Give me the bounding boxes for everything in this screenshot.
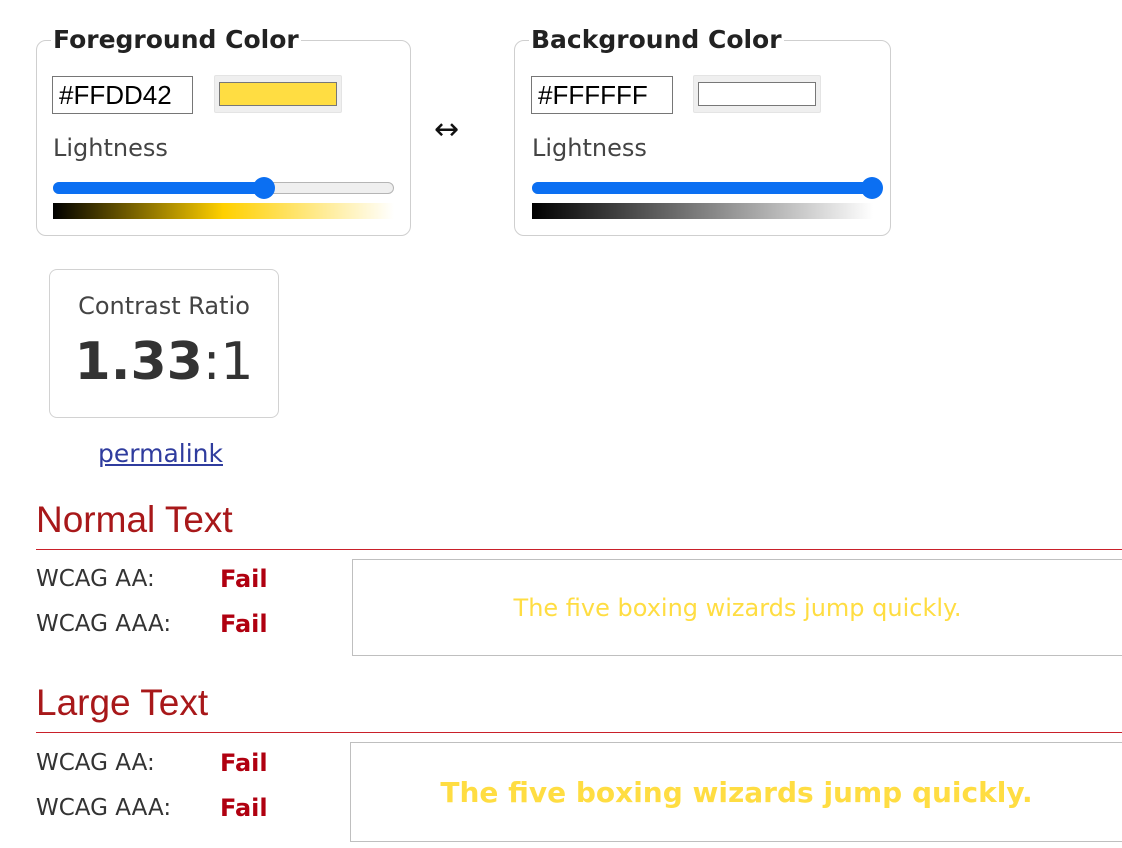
foreground-slider-fill (53, 182, 265, 194)
large-aaa-result: Fail (220, 794, 268, 822)
background-lightness-gradient (532, 203, 873, 219)
background-lightness-slider[interactable] (532, 177, 883, 199)
permalink-link[interactable]: permalink (98, 439, 223, 468)
large-aa-label: WCAG AA: (36, 750, 155, 776)
background-color-swatch-button[interactable] (693, 75, 821, 113)
swap-colors-icon[interactable]: ↔ (434, 112, 459, 147)
large-aa-result: Fail (220, 749, 268, 777)
contrast-ratio-value: 1.33:1 (50, 332, 278, 392)
large-text-sample: The five boxing wizards jump quickly. (440, 775, 1033, 809)
background-hex-input[interactable] (531, 76, 673, 114)
foreground-swatch (219, 82, 337, 106)
large-aaa-label: WCAG AAA: (36, 795, 172, 821)
large-text-sample-box: The five boxing wizards jump quickly. (350, 742, 1122, 842)
normal-aa-label: WCAG AA: (36, 566, 155, 592)
foreground-color-swatch-button[interactable] (214, 75, 342, 113)
contrast-ratio-suffix: :1 (202, 332, 254, 392)
foreground-color-legend: Foreground Color (53, 25, 299, 54)
normal-text-sample: The five boxing wizards jump quickly. (513, 593, 962, 622)
normal-text-sample-box: The five boxing wizards jump quickly. (352, 559, 1122, 656)
normal-text-heading: Normal Text (36, 499, 233, 540)
foreground-slider-thumb[interactable] (253, 177, 276, 199)
background-swatch (698, 82, 816, 106)
foreground-hex-input[interactable] (52, 76, 193, 114)
background-slider-thumb[interactable] (861, 177, 883, 199)
large-text-divider (36, 732, 1122, 733)
contrast-ratio-label: Contrast Ratio (78, 292, 250, 320)
foreground-lightness-slider[interactable] (53, 177, 394, 199)
background-slider-fill (532, 182, 872, 194)
contrast-ratio-box: Contrast Ratio 1.33:1 (49, 269, 279, 418)
background-lightness-label: Lightness (532, 134, 647, 162)
normal-text-divider (36, 549, 1122, 550)
foreground-lightness-label: Lightness (53, 134, 168, 162)
background-color-legend: Background Color (531, 25, 782, 54)
normal-aaa-result: Fail (220, 610, 268, 638)
foreground-lightness-gradient (53, 203, 394, 219)
contrast-ratio-number: 1.33 (74, 332, 203, 392)
large-text-heading: Large Text (36, 682, 209, 723)
normal-aaa-label: WCAG AAA: (36, 611, 172, 637)
normal-aa-result: Fail (220, 565, 268, 593)
